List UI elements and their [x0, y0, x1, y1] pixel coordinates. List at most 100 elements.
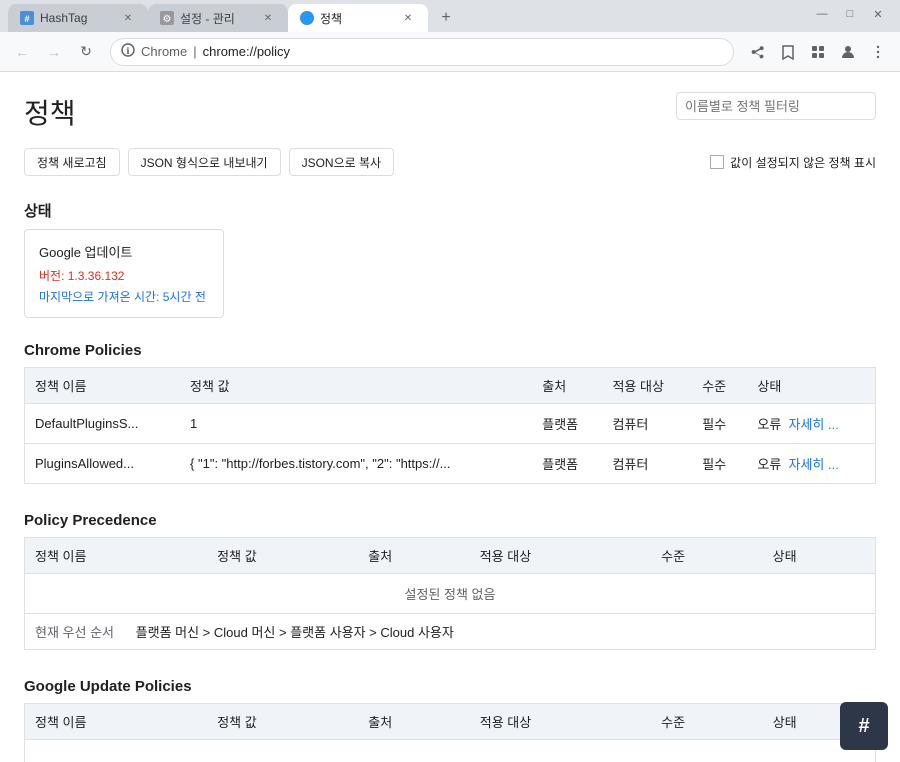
tab-hashtag[interactable]: # HashTag ✕ — [8, 4, 148, 32]
address-path: chrome://policy — [203, 44, 290, 59]
precedence-order-row: 현재 우선 순서 플랫폼 머신 > Cloud 머신 > 플랫폼 사용자 > C… — [25, 614, 876, 650]
col-scope-3: 적용 대상 — [470, 704, 651, 740]
page-content: 정책 정책 새로고침 JSON 형식으로 내보내기 JSON으로 복사 값이 설… — [0, 72, 900, 762]
policy-name-2: PluginsAllowed... — [25, 444, 181, 484]
google-update-policies-table: 정책 이름 정책 값 출처 적용 대상 수준 상태 — [24, 703, 876, 762]
chrome-policies-section: Chrome Policies 정책 이름 정책 값 출처 적용 대상 수준 상… — [24, 338, 876, 484]
maximize-button[interactable]: □ — [836, 0, 864, 28]
extensions-button[interactable] — [804, 38, 832, 66]
policy-favicon: 🌐 — [300, 11, 314, 25]
close-button[interactable]: ✕ — [864, 0, 892, 28]
chrome-policies-title: Chrome Policies — [24, 342, 876, 359]
col-policy-value-3: 정책 값 — [207, 704, 358, 740]
svg-text:🌐: 🌐 — [301, 12, 313, 25]
col-level-3: 수준 — [651, 704, 763, 740]
toolbar-right — [744, 38, 892, 66]
policy-status-2: 오류 자세히 ... — [747, 444, 875, 484]
no-policy-row: 설정된 정책 없음 — [25, 574, 876, 614]
tab-settings[interactable]: ⚙ 설정 - 관리 ✕ — [148, 4, 288, 32]
col-policy-name-1: 정책 이름 — [25, 368, 181, 404]
policy-name-1: DefaultPluginsS... — [25, 404, 181, 444]
google-update-header-row: 정책 이름 정책 값 출처 적용 대상 수준 상태 — [25, 704, 876, 740]
policy-detail-link-1[interactable]: 자세히 ... — [789, 417, 839, 432]
col-status-1: 상태 — [747, 368, 875, 404]
tab-settings-title: 설정 - 관리 — [180, 10, 254, 27]
svg-text:#: # — [24, 14, 29, 24]
toolbar: ← → ↻ ℹ Chrome | chrome://policy — [0, 32, 900, 72]
profile-button[interactable] — [834, 38, 862, 66]
status-box: Google 업데이트 버전: 1.3.36.132 마지막으로 가져온 시간:… — [24, 229, 224, 318]
chrome-policy-row-1: DefaultPluginsS... 1 플랫폼 컴퓨터 필수 오류 자세히 .… — [25, 404, 876, 444]
action-bar: 정책 새로고침 JSON 형식으로 내보내기 JSON으로 복사 값이 설정되지… — [24, 148, 876, 176]
address-site: Chrome — [141, 44, 187, 59]
policy-scope-1: 컴퓨터 — [602, 404, 692, 444]
google-update-empty-row — [25, 740, 876, 762]
tab-bar: # HashTag ✕ ⚙ 설정 - 관리 ✕ 🌐 정책 ✕ — [8, 4, 808, 32]
status-section-title: 상태 — [24, 200, 876, 221]
policy-detail-link-2[interactable]: 자세히 ... — [789, 457, 839, 472]
col-status-2: 상태 — [763, 538, 876, 574]
col-level-1: 수준 — [692, 368, 747, 404]
no-policy-text: 설정된 정책 없음 — [25, 574, 876, 614]
policy-precedence-title: Policy Precedence — [24, 512, 876, 529]
col-policy-value-2: 정책 값 — [207, 538, 358, 574]
browser-frame: # HashTag ✕ ⚙ 설정 - 관리 ✕ 🌐 정책 ✕ — [0, 0, 900, 762]
col-source-1: 출처 — [532, 368, 602, 404]
status-section: 상태 Google 업데이트 버전: 1.3.36.132 마지막으로 가져온 … — [24, 196, 876, 318]
tab-policy[interactable]: 🌐 정책 ✕ — [288, 4, 428, 32]
show-unset-checkbox[interactable] — [710, 155, 724, 169]
precedence-header-row: 정책 이름 정책 값 출처 적용 대상 수준 상태 — [25, 538, 876, 574]
col-policy-value-1: 정책 값 — [180, 368, 532, 404]
status-version: 버전: 1.3.36.132 — [39, 267, 209, 284]
svg-text:ℹ: ℹ — [126, 46, 130, 56]
col-policy-name-2: 정책 이름 — [25, 538, 208, 574]
col-scope-1: 적용 대상 — [602, 368, 692, 404]
precedence-order-label: 현재 우선 순서 — [35, 625, 114, 640]
status-time: 마지막으로 가져온 시간: 5시간 전 — [39, 288, 209, 305]
bookmark-button[interactable] — [774, 38, 802, 66]
policy-level-2: 필수 — [692, 444, 747, 484]
policy-precedence-section: Policy Precedence 정책 이름 정책 값 출처 적용 대상 수준… — [24, 508, 876, 650]
back-button[interactable]: ← — [8, 38, 36, 66]
forward-button[interactable]: → — [40, 38, 68, 66]
google-update-policies-title: Google Update Policies — [24, 678, 876, 695]
precedence-order-cell: 현재 우선 순서 플랫폼 머신 > Cloud 머신 > 플랫폼 사용자 > C… — [25, 614, 876, 650]
menu-button[interactable] — [864, 38, 892, 66]
tab-settings-close[interactable]: ✕ — [260, 10, 276, 26]
policy-level-1: 필수 — [692, 404, 747, 444]
svg-text:#: # — [858, 715, 869, 737]
share-button[interactable] — [744, 38, 772, 66]
policy-source-2: 플랫폼 — [532, 444, 602, 484]
hashtag-logo: # — [840, 702, 888, 750]
google-update-policies-section: Google Update Policies 정책 이름 정책 값 출처 적용 … — [24, 674, 876, 762]
svg-text:⚙: ⚙ — [163, 14, 172, 25]
minimize-button[interactable]: — — [808, 0, 836, 28]
col-policy-name-3: 정책 이름 — [25, 704, 208, 740]
reload-button[interactable]: ↻ — [72, 38, 100, 66]
policy-precedence-table: 정책 이름 정책 값 출처 적용 대상 수준 상태 설정된 정책 없음 현재 — [24, 537, 876, 650]
col-scope-2: 적용 대상 — [470, 538, 651, 574]
hashtag-favicon: # — [20, 11, 34, 25]
copy-json-button[interactable]: JSON으로 복사 — [289, 148, 395, 176]
policy-scope-2: 컴퓨터 — [602, 444, 692, 484]
chrome-policies-header-row: 정책 이름 정책 값 출처 적용 대상 수준 상태 — [25, 368, 876, 404]
action-buttons: 정책 새로고침 JSON 형식으로 내보내기 JSON으로 복사 — [24, 148, 394, 176]
refresh-policies-button[interactable]: 정책 새로고침 — [24, 148, 120, 176]
export-json-button[interactable]: JSON 형식으로 내보내기 — [128, 148, 281, 176]
status-box-title: Google 업데이트 — [39, 242, 209, 261]
chrome-policy-row-2: PluginsAllowed... { "1": "http://forbes.… — [25, 444, 876, 484]
new-tab-button[interactable]: + — [432, 4, 460, 32]
address-separator: | — [193, 44, 196, 59]
col-level-2: 수준 — [651, 538, 762, 574]
tab-policy-title: 정책 — [320, 10, 394, 27]
tab-hashtag-title: HashTag — [40, 11, 114, 25]
tab-hashtag-close[interactable]: ✕ — [120, 10, 136, 26]
page-header: 정책 — [24, 92, 876, 132]
settings-favicon: ⚙ — [160, 11, 174, 25]
precedence-order-value: 플랫폼 머신 > Cloud 머신 > 플랫폼 사용자 > Cloud 사용자 — [136, 625, 454, 640]
policy-filter-input[interactable] — [676, 92, 876, 120]
page-title: 정책 — [24, 92, 76, 132]
address-bar[interactable]: ℹ Chrome | chrome://policy — [110, 38, 734, 66]
policy-status-1: 오류 자세히 ... — [747, 404, 875, 444]
tab-policy-close[interactable]: ✕ — [400, 10, 416, 26]
